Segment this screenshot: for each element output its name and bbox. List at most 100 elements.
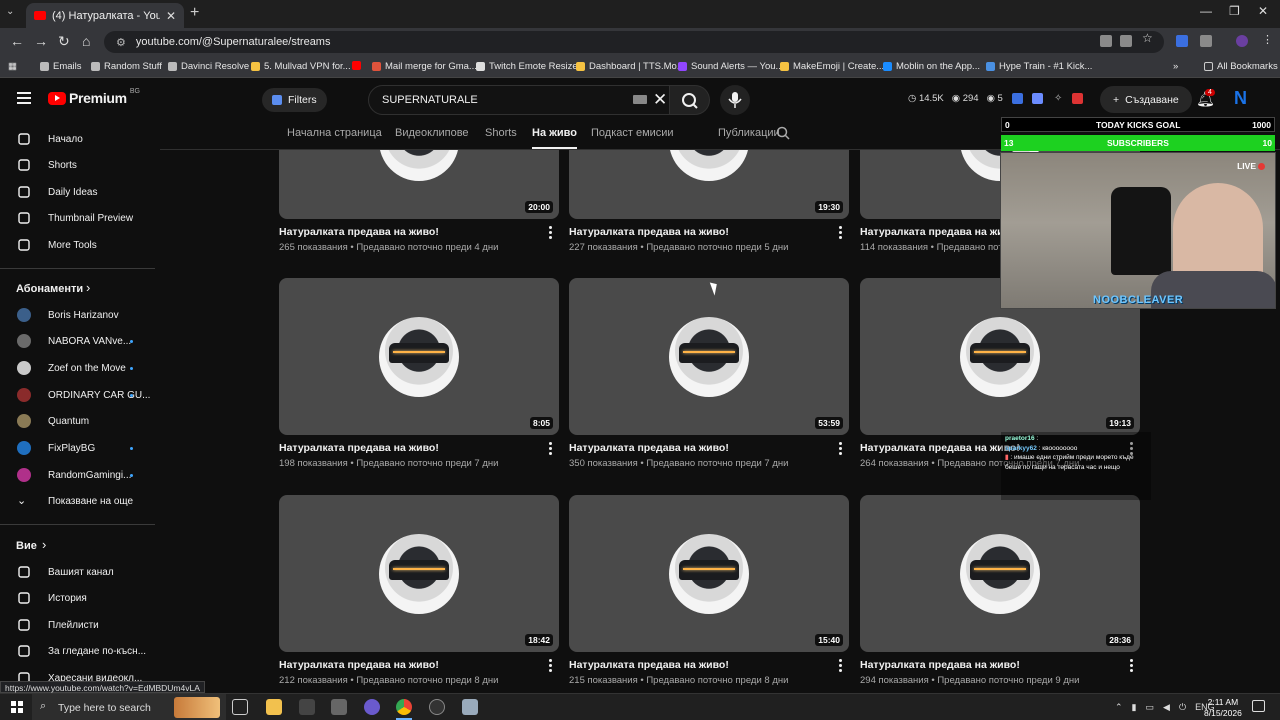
bookmark-star-icon[interactable]: ☆ — [1142, 31, 1154, 45]
taskbar-search[interactable]: ⌕ Type here to search — [32, 694, 226, 720]
sidebar-item[interactable]: Вашият канал — [0, 559, 155, 585]
pin-icon[interactable]: ✧ — [1052, 93, 1063, 104]
channel-tab[interactable]: На живо — [532, 127, 578, 149]
tray-chevron-icon[interactable]: ⌃ — [1115, 702, 1123, 713]
sidebar-item[interactable]: ORDINARY CAR GU... — [0, 382, 155, 408]
sidebar-item[interactable]: История — [0, 585, 155, 611]
youtube-premium-logo[interactable]: Premium BG — [48, 88, 140, 106]
tray-network-icon[interactable]: ▭ — [1146, 702, 1155, 713]
more-actions-icon[interactable] — [839, 659, 843, 674]
channel-tab[interactable]: Видеоклипове — [395, 127, 469, 139]
sidebar-item[interactable]: Shorts — [0, 152, 155, 178]
close-window-icon[interactable]: ✕ — [1258, 4, 1268, 18]
video-title[interactable]: Натуралката предава на живо! — [569, 659, 729, 671]
bookmark-item[interactable]: Random Stuff — [91, 61, 162, 72]
bookmark-item[interactable]: MakeEmoji | Create... — [780, 61, 884, 72]
sidebar-item[interactable]: Плейлисти — [0, 612, 155, 638]
voice-search-button[interactable] — [720, 85, 750, 115]
chrome-icon[interactable] — [396, 699, 412, 715]
sidebar-item[interactable]: Thumbnail Preview — [0, 205, 155, 231]
discord-icon[interactable] — [364, 699, 380, 715]
more-actions-icon[interactable] — [839, 442, 843, 457]
home-browser-icon[interactable]: ⌂ — [82, 33, 90, 49]
new-tab-icon[interactable]: + — [190, 4, 199, 22]
sidebar-item[interactable]: Quantum — [0, 408, 155, 434]
create-button[interactable]: + Създаване — [1100, 86, 1192, 113]
bookmark-item[interactable]: Mail merge for Gma... — [372, 61, 477, 72]
all-bookmarks[interactable]: All Bookmarks — [1204, 61, 1278, 72]
channel-tab[interactable]: Подкаст емисии — [591, 127, 674, 139]
video-title[interactable]: Натуралката предава на живо! — [860, 226, 1020, 238]
file-explorer-icon[interactable] — [266, 699, 282, 715]
more-bookmarks-icon[interactable]: » — [1173, 61, 1178, 72]
tray-mic-icon[interactable]: ▮ — [1132, 702, 1137, 713]
account-avatar[interactable]: N — [1234, 88, 1256, 110]
channel-search-icon[interactable] — [776, 126, 790, 140]
bookmark-item[interactable]: Moblin on the App... — [883, 61, 980, 72]
tray-volume-icon[interactable]: ◀ — [1163, 702, 1170, 713]
apps-grid-icon[interactable]: ▦ — [8, 61, 17, 72]
bookmark-item[interactable]: Twitch Emote Resizer — [476, 61, 581, 72]
channel-tab[interactable]: Начална страница — [287, 127, 382, 139]
tab-search-icon[interactable]: ⌄ — [6, 6, 14, 17]
menu-kebab-icon[interactable]: ⋮ — [1262, 33, 1274, 46]
bookmark-item[interactable] — [352, 61, 361, 70]
bookmark-item[interactable]: Hype Train - #1 Kick... — [986, 61, 1092, 72]
keyboard-icon[interactable] — [633, 95, 647, 104]
more-actions-icon[interactable] — [549, 659, 553, 674]
sidebar-item[interactable]: Boris Harizanov — [0, 302, 155, 328]
app-window-icon[interactable] — [462, 699, 478, 715]
subscriptions-heading[interactable]: Абонаменти — [16, 283, 83, 295]
more-actions-icon[interactable] — [1130, 659, 1134, 674]
app-icon[interactable] — [299, 699, 315, 715]
bookmark-item[interactable]: Sound Alerts — You... — [678, 61, 783, 72]
menu-hamburger-icon[interactable] — [17, 92, 31, 107]
video-thumbnail[interactable]: 28:36 — [860, 495, 1140, 652]
video-thumbnail[interactable]: 18:42 — [279, 495, 559, 652]
extension-icon[interactable] — [1176, 35, 1188, 47]
bookmark-item[interactable]: Davinci Resolve — [168, 61, 249, 72]
more-actions-icon[interactable] — [839, 226, 843, 241]
video-title[interactable]: Натуралката предава на живо! — [860, 442, 1020, 454]
video-thumbnail[interactable]: 20:00 — [279, 150, 559, 219]
vidiq-icon[interactable] — [1012, 93, 1023, 104]
bookmark-item[interactable]: 5. Mullvad VPN for... — [251, 61, 351, 72]
video-title[interactable]: Натуралката предава на живо! — [569, 226, 729, 238]
notification-center-icon[interactable] — [1252, 700, 1265, 712]
video-title[interactable]: Натуралката предава на живо! — [279, 659, 439, 671]
translate-icon[interactable] — [1100, 35, 1112, 47]
sidebar-item[interactable]: Начало — [0, 126, 155, 152]
video-title[interactable]: Натуралката предава на живо! — [860, 659, 1020, 671]
clear-search-icon[interactable]: ✕ — [653, 90, 667, 110]
video-thumbnail[interactable]: 19:30 — [569, 150, 849, 219]
url-bar[interactable]: ⚙ youtube.com/@Supernaturalee/streams — [104, 31, 1164, 53]
channel-tab[interactable]: Публикации — [718, 127, 780, 139]
store-icon[interactable] — [331, 699, 347, 715]
search-button[interactable] — [670, 85, 710, 115]
close-tab-icon[interactable]: ✕ — [166, 9, 176, 23]
filters-button[interactable]: Filters — [262, 88, 327, 112]
bookmark-item[interactable]: Dashboard | TTS.Mo... — [576, 61, 685, 72]
browser-tab-active[interactable]: (4) Натуралката - YouTube ✕ — [26, 3, 184, 28]
tray-power-icon[interactable]: ⏻ — [1179, 702, 1186, 713]
sidebar-item[interactable]: More Tools — [0, 232, 155, 258]
channel-tab[interactable]: Shorts — [485, 127, 517, 139]
sidebar-item[interactable]: FixPlayBG — [0, 435, 155, 461]
video-title[interactable]: Натуралката предава на живо! — [279, 226, 439, 238]
video-title[interactable]: Натуралката предава на живо! — [279, 442, 439, 454]
you-heading[interactable]: Вие — [16, 540, 37, 552]
task-view-icon[interactable] — [232, 699, 248, 715]
clock[interactable]: 2:11 AM 8/15/2026 — [1204, 697, 1242, 719]
chevron-right-icon[interactable]: › — [42, 537, 46, 552]
video-thumbnail[interactable]: 15:40 — [569, 495, 849, 652]
sidebar-item[interactable]: RandomGamingi... — [0, 462, 155, 488]
bookmark-item[interactable]: Emails — [40, 61, 82, 72]
back-icon[interactable]: ← — [10, 33, 24, 49]
windows-start-icon[interactable] — [11, 701, 23, 713]
more-actions-icon[interactable] — [549, 226, 553, 241]
more-actions-icon[interactable] — [549, 442, 553, 457]
sidebar-item[interactable]: ⌄ Показване на още — [0, 488, 155, 514]
chevron-right-icon[interactable]: › — [86, 280, 90, 295]
minimize-icon[interactable]: — — [1200, 4, 1212, 18]
extensions-puzzle-icon[interactable] — [1200, 35, 1212, 47]
